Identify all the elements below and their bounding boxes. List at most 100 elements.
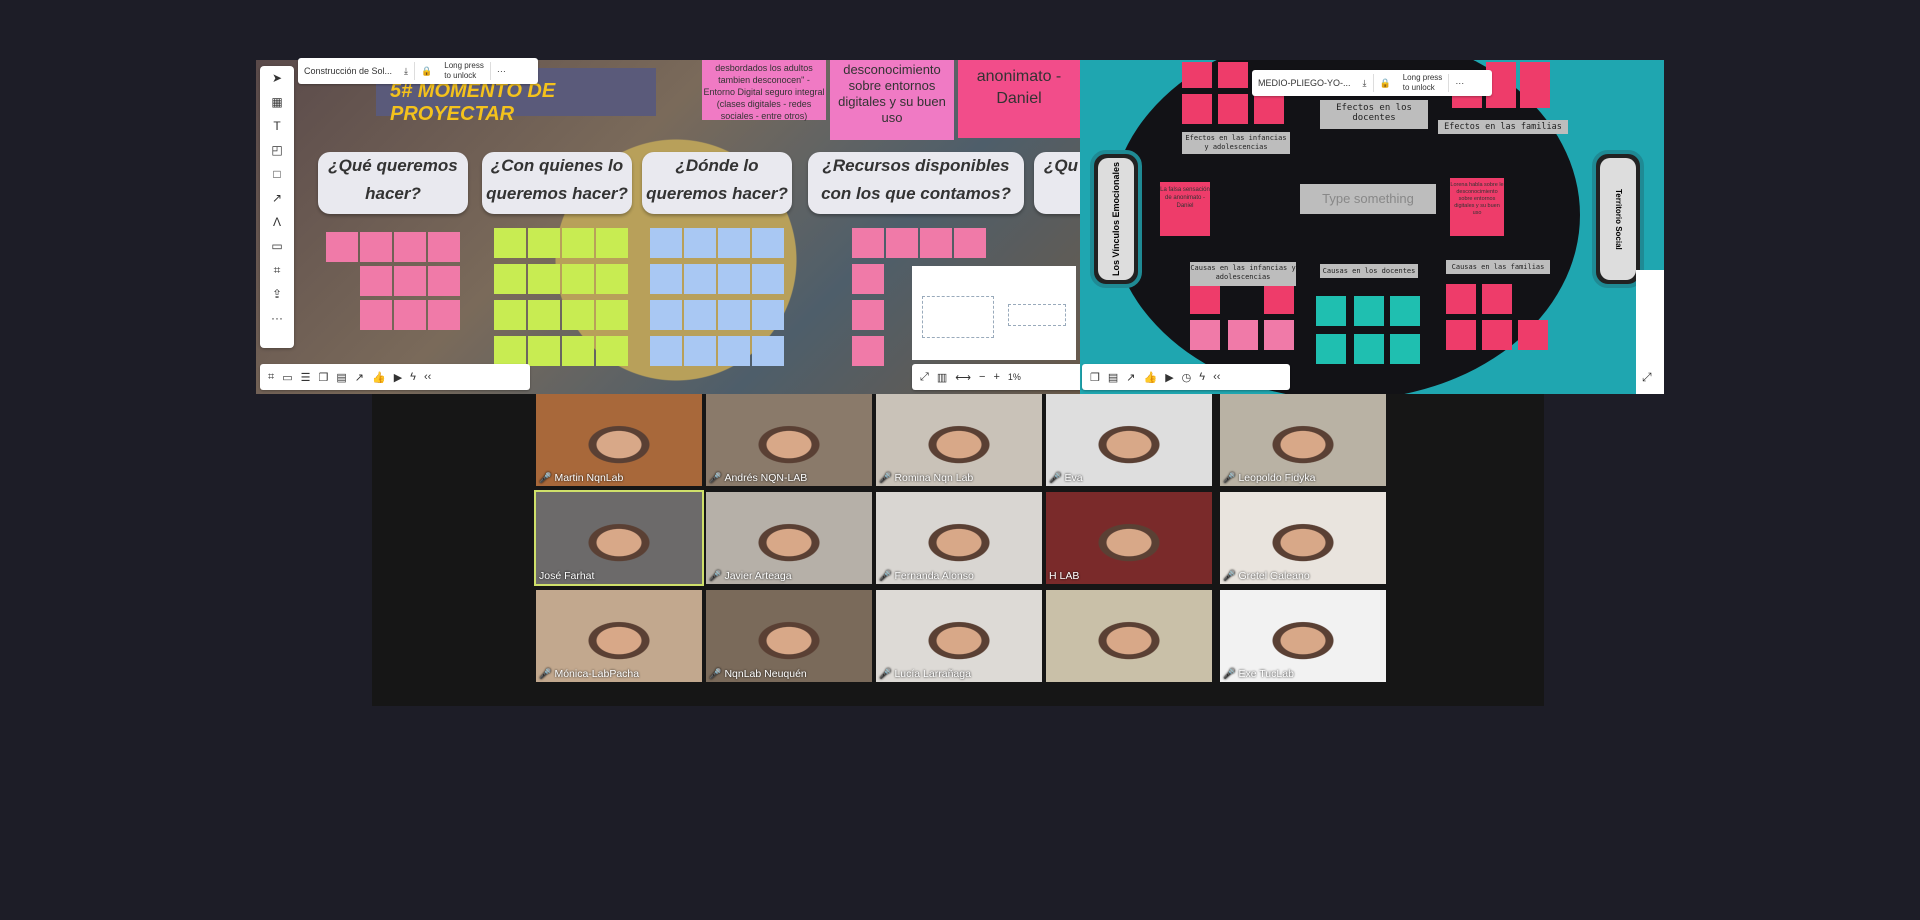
mic-muted-icon: 🎤: [1223, 669, 1236, 680]
fit-screen-icon[interactable]: ⤢: [920, 371, 929, 384]
video-icon[interactable]: ▶: [394, 371, 402, 384]
whiteboard-right[interactable]: Los Vínculos Emocionales Territorio Soci…: [1080, 60, 1664, 394]
participant-tile[interactable]: [1046, 590, 1212, 682]
participant-tile[interactable]: H LAB: [1046, 492, 1212, 584]
participant-name: 🎤 Lucía Larrañaga: [879, 668, 971, 680]
zoom-out-icon[interactable]: −: [979, 371, 985, 383]
participant-name: 🎤 Exe TucLab: [1223, 668, 1294, 680]
lightning-icon[interactable]: ϟ: [410, 371, 416, 383]
lightning-icon[interactable]: ϟ: [1199, 371, 1205, 383]
mic-muted-icon: 🎤: [879, 669, 892, 680]
whiteboard-left[interactable]: 5# Momento de proyectar desbordados los …: [256, 60, 1080, 394]
sticky-note[interactable]: Lorena habla sobre le desconocimiento so…: [1450, 178, 1504, 236]
lock-icon[interactable]: 🔒: [415, 66, 438, 77]
shape-tool-icon[interactable]: □: [260, 162, 294, 186]
participant-name: H LAB: [1049, 570, 1080, 582]
pen-tool-icon[interactable]: Λ: [260, 210, 294, 234]
label-causas-infancias: Causas en las infancias y adolescencias: [1190, 262, 1296, 286]
kanban-icon[interactable]: ▤: [1108, 371, 1118, 384]
expand-icon[interactable]: ⤢: [1642, 370, 1660, 388]
lock-hint: Long press to unlock: [1402, 73, 1443, 92]
crop-tool-icon[interactable]: ⌗: [260, 258, 294, 282]
cards-icon[interactable]: ❐: [1090, 371, 1100, 384]
sticky-note[interactable]: La falsa sensación de anonimato - Daniel: [1160, 182, 1210, 236]
frames-icon[interactable]: ⌗: [268, 371, 274, 384]
text-tool-icon[interactable]: T: [260, 114, 294, 138]
vote-icon[interactable]: 👍: [372, 371, 386, 384]
video-icon[interactable]: ▶: [1165, 371, 1173, 384]
participant-tile[interactable]: 🎤 Mónica-LabPacha: [536, 590, 702, 682]
left-pill-label: Los Vínculos Emocionales: [1098, 158, 1134, 280]
chat-icon[interactable]: ☰: [301, 371, 311, 384]
label-efectos-infancias: Efectos en las infancias y adolescencias: [1182, 132, 1290, 154]
lock-hint: Long press to unlock: [444, 61, 484, 80]
participant-name: 🎤 Andrés NQN-LAB: [709, 472, 808, 484]
sticky-note[interactable]: desconocimiento sobre entornos digitales…: [830, 60, 954, 140]
heading-card: ¿Dónde lo queremos hacer?: [642, 152, 792, 214]
download-icon[interactable]: ⤓: [398, 66, 414, 77]
participant-tile[interactable]: 🎤 NqnLab Neuquén: [706, 590, 872, 682]
board-file-chip[interactable]: MEDIO-PLIEGO-YO-... ⤓ 🔒 Long press to unl…: [1252, 70, 1492, 96]
collapse-icon[interactable]: ‹‹: [424, 371, 431, 383]
timer-icon[interactable]: ◷: [1182, 371, 1192, 384]
heading-card: ¿Recursos disponibles con los que contam…: [808, 152, 1024, 214]
participant-name: 🎤 Fernanda Alonso: [879, 570, 974, 582]
participant-tile[interactable]: 🎤 Gretel Galeano: [1220, 492, 1386, 584]
participant-tile[interactable]: 🎤 Martin NqnLab: [536, 394, 702, 486]
participant-name: 🎤 Javier Arteaga: [709, 570, 792, 582]
comment-tool-icon[interactable]: ▭: [260, 234, 294, 258]
mic-muted-icon: 🎤: [539, 669, 552, 680]
participant-tile[interactable]: 🎤 Fernanda Alonso: [876, 492, 1042, 584]
sticky-note-tool-icon[interactable]: ◰: [260, 138, 294, 162]
cards-icon[interactable]: ❐: [318, 371, 328, 384]
left-pill: Los Vínculos Emocionales: [1090, 150, 1142, 288]
mic-muted-icon: 🎤: [879, 571, 892, 582]
mic-muted-icon: 🎤: [709, 669, 722, 680]
zoom-in-icon[interactable]: +: [993, 371, 999, 383]
participant-tile[interactable]: 🎤 Javier Arteaga: [706, 492, 872, 584]
board-bottom-toolbar: ❐ ▤ ↗ 👍 ▶ ◷ ϟ ‹‹: [1082, 364, 1290, 390]
kanban-icon[interactable]: ▤: [336, 371, 346, 384]
board-file-chip[interactable]: Construcción de Sol... ⤓ 🔒 Long press to …: [298, 58, 538, 84]
lock-icon[interactable]: 🔒: [1374, 78, 1397, 89]
participant-tile[interactable]: 🎤 Eva: [1046, 394, 1212, 486]
participant-tile[interactable]: 🎤 Lucía Larrañaga: [876, 590, 1042, 682]
collapse-icon[interactable]: ‹‹: [1213, 371, 1220, 383]
participant-tile[interactable]: 🎤 Andrés NQN-LAB: [706, 394, 872, 486]
sticky-grid-pink: [326, 232, 466, 362]
line-tool-icon[interactable]: ↗: [260, 186, 294, 210]
zoom-toolbar: ⤢ ▥ ⟷ − + 1%: [912, 364, 1084, 390]
download-icon[interactable]: ⤓: [1357, 78, 1373, 89]
comments-icon[interactable]: ▭: [282, 371, 292, 384]
sticky-note[interactable]: anonimato - Daniel: [958, 60, 1080, 138]
sticky-grid-blue: [650, 228, 790, 368]
upload-tool-icon[interactable]: ⇪: [260, 282, 294, 306]
vote-icon[interactable]: 👍: [1144, 371, 1158, 384]
tools-toolbar: ➤ ▦ T ◰ □ ↗ Λ ▭ ⌗ ⇪ ···: [260, 66, 294, 348]
frame-tool-icon[interactable]: ▦: [260, 90, 294, 114]
participant-tile[interactable]: 🎤 Leopoldo Fidyka: [1220, 394, 1386, 486]
participant-tile-active-speaker[interactable]: José Farhat: [534, 490, 704, 586]
mic-muted-icon: 🎤: [879, 473, 892, 484]
select-tool-icon[interactable]: ➤: [260, 66, 294, 90]
heading-card: ¿Qu E: [1034, 152, 1080, 214]
fit-width-icon[interactable]: ⟷: [955, 371, 971, 384]
more-tools-icon[interactable]: ···: [260, 306, 294, 330]
mic-muted-icon: 🎤: [1049, 473, 1062, 484]
sticky-note[interactable]: desbordados los adultos tambien desconoc…: [702, 60, 826, 121]
type-something-input[interactable]: Type something: [1300, 184, 1436, 214]
participant-tile[interactable]: 🎤 Romina Nqn Lab: [876, 394, 1042, 486]
participant-name: 🎤 Gretel Galeano: [1223, 570, 1310, 582]
more-options-icon[interactable]: ···: [491, 66, 512, 76]
share-icon[interactable]: ↗: [1126, 371, 1135, 384]
minimap[interactable]: [912, 266, 1076, 360]
participant-name: 🎤 Eva: [1049, 472, 1083, 484]
mic-muted-icon: 🎤: [709, 571, 722, 582]
participant-name: José Farhat: [539, 570, 595, 582]
share-icon[interactable]: ↗: [355, 371, 364, 384]
more-options-icon[interactable]: ···: [1449, 78, 1470, 88]
heading-card: ¿Con quienes lo queremos hacer?: [482, 152, 632, 214]
map-icon[interactable]: ▥: [937, 371, 947, 384]
heading-card: ¿Qué queremos hacer?: [318, 152, 468, 214]
participant-tile[interactable]: 🎤 Exe TucLab: [1220, 590, 1386, 682]
